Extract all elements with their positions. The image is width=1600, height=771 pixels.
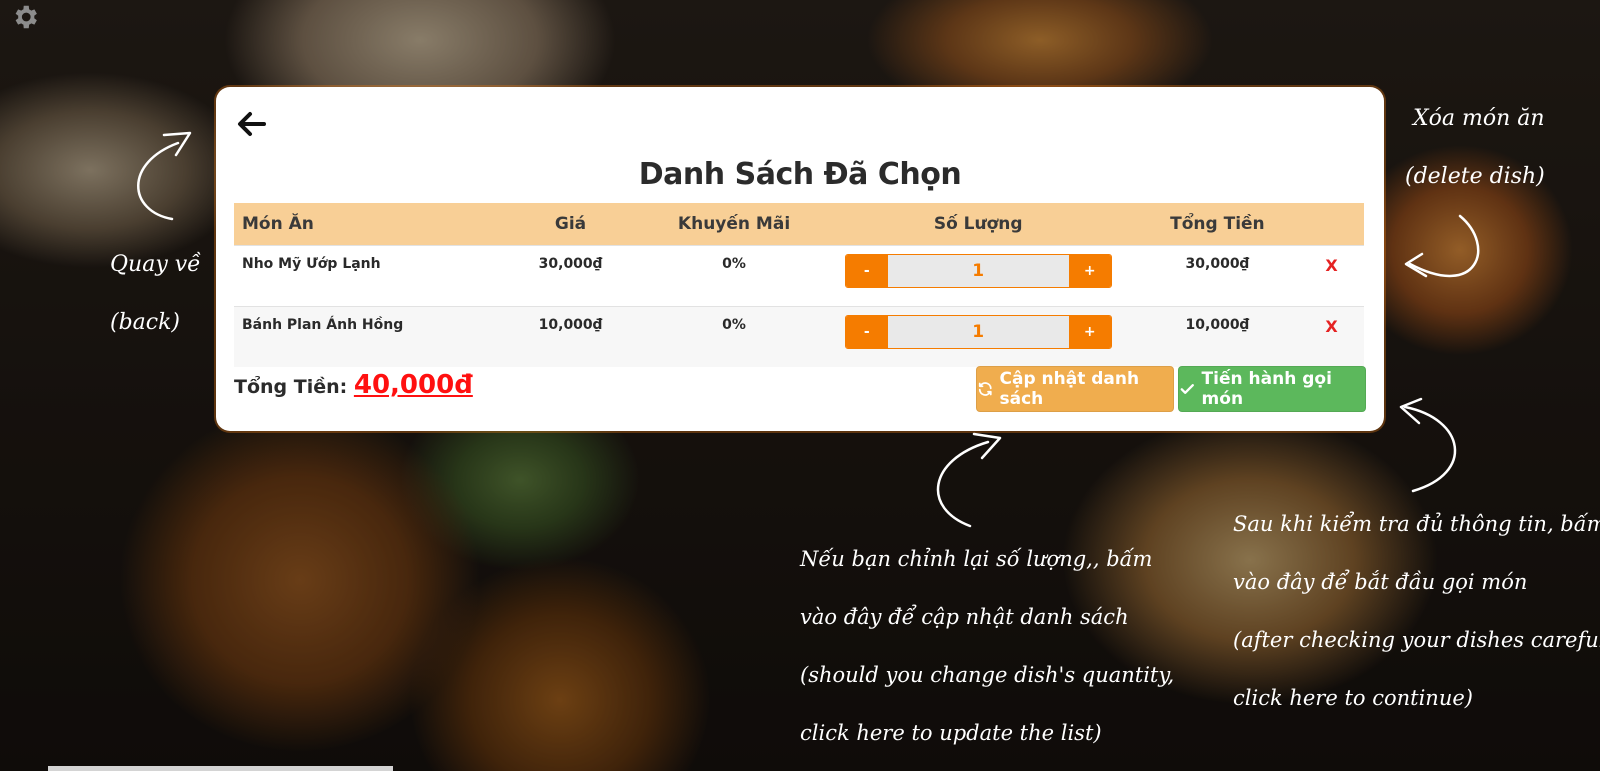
back-arrow-annotation	[137, 131, 192, 221]
quantity-cell: - 1 +	[820, 245, 1136, 307]
place-order-label: Tiến hành gọi món	[1201, 369, 1332, 409]
dish-subtotal: 10,000₫	[1135, 306, 1300, 367]
table-row: Nho Mỹ Ướp Lạnh 30,000₫ 0% - 1 + 30,000₫…	[234, 245, 1364, 307]
table-row: Bánh Plan Ánh Hồng 10,000₫ 0% - 1 + 10,0…	[234, 306, 1364, 367]
header-subtotal: Tổng Tiền	[1135, 203, 1300, 246]
header-discount: Khuyến Mãi	[647, 203, 821, 246]
annotation-line: Nếu bạn chỉnh lại số lượng,, bấm	[800, 547, 1153, 571]
delete-dish-button[interactable]: X	[1325, 256, 1337, 275]
annotation-line: vào đây để cập nhật danh sách	[800, 605, 1129, 629]
annotation-line: vào đây để bắt đầu gọi món	[1233, 570, 1528, 594]
order-arrow-annotation	[1399, 397, 1457, 493]
update-annotation: Nếu bạn chỉnh lại số lượng,, bấm vào đây…	[800, 530, 1174, 762]
gear-icon[interactable]	[10, 2, 40, 32]
annotation-line: click here to update the list)	[800, 721, 1102, 745]
annotation-line: Sau khi kiểm tra đủ thông tin, bấm	[1233, 512, 1600, 536]
increase-quantity-button[interactable]: +	[1068, 255, 1111, 287]
dish-name: Nho Mỹ Ướp Lạnh	[234, 245, 494, 307]
horizontal-scrollbar[interactable]	[48, 766, 393, 771]
delete-annotation: Xóa món ăn (delete dish)	[1405, 90, 1545, 206]
quantity-value[interactable]: 1	[887, 316, 1069, 348]
dish-price: 30,000₫	[493, 245, 648, 307]
dish-subtotal: 30,000₫	[1135, 245, 1300, 307]
annotation-line: click here to continue)	[1233, 686, 1473, 710]
dish-name: Bánh Plan Ánh Hồng	[234, 306, 494, 367]
quantity-value[interactable]: 1	[887, 255, 1069, 287]
page-title: Danh Sách Đã Chọn	[638, 157, 962, 192]
refresh-icon	[978, 382, 992, 396]
header-action	[1299, 203, 1364, 246]
selected-dishes-modal: Danh Sách Đã Chọn Món Ăn Giá Khuyến Mãi …	[216, 87, 1384, 431]
order-total: Tổng Tiền: 40,000đ	[234, 370, 473, 400]
header-price: Giá	[493, 203, 648, 246]
total-amount: 40,000đ	[353, 370, 473, 400]
annotation-line: Xóa món ăn	[1413, 106, 1545, 131]
decrease-quantity-button[interactable]: -	[845, 316, 888, 348]
quantity-stepper: - 1 +	[844, 254, 1112, 288]
update-list-label: Cập nhật danh sách	[999, 369, 1140, 409]
update-list-button[interactable]: Cập nhật danh sách	[976, 366, 1174, 412]
quantity-cell: - 1 +	[820, 306, 1136, 367]
cart-table: Món Ăn Giá Khuyến Mãi Số Lượng Tổng Tiền…	[234, 203, 1364, 367]
back-button[interactable]	[234, 107, 268, 141]
update-arrow-annotation	[936, 432, 1002, 528]
back-annotation: Quay về (back)	[110, 236, 201, 352]
increase-quantity-button[interactable]: +	[1068, 316, 1111, 348]
quantity-stepper: - 1 +	[844, 315, 1112, 349]
check-icon	[1180, 384, 1194, 394]
header-quantity: Số Lượng	[820, 203, 1136, 246]
annotation-line: (should you change dish's quantity,	[800, 663, 1175, 687]
dish-price: 10,000₫	[493, 306, 648, 367]
delete-arrow-annotation	[1404, 214, 1480, 278]
dish-discount: 0%	[647, 306, 821, 367]
dish-discount: 0%	[647, 245, 821, 307]
delete-dish-button[interactable]: X	[1325, 317, 1337, 336]
total-label: Tổng Tiền:	[234, 376, 348, 398]
decrease-quantity-button[interactable]: -	[845, 255, 888, 287]
place-order-button[interactable]: Tiến hành gọi món	[1178, 366, 1366, 412]
header-dish: Món Ăn	[234, 203, 494, 246]
arrow-left-icon	[238, 112, 266, 136]
order-annotation: Sau khi kiểm tra đủ thông tin, bấm vào đ…	[1233, 495, 1600, 727]
annotation-line: (delete dish)	[1405, 164, 1545, 189]
annotation-line: (after checking your dishes carefully	[1233, 628, 1600, 652]
annotation-line: Quay về	[110, 252, 201, 277]
table-header-row: Món Ăn Giá Khuyến Mãi Số Lượng Tổng Tiền	[234, 203, 1364, 246]
annotation-line: (back)	[110, 310, 181, 335]
